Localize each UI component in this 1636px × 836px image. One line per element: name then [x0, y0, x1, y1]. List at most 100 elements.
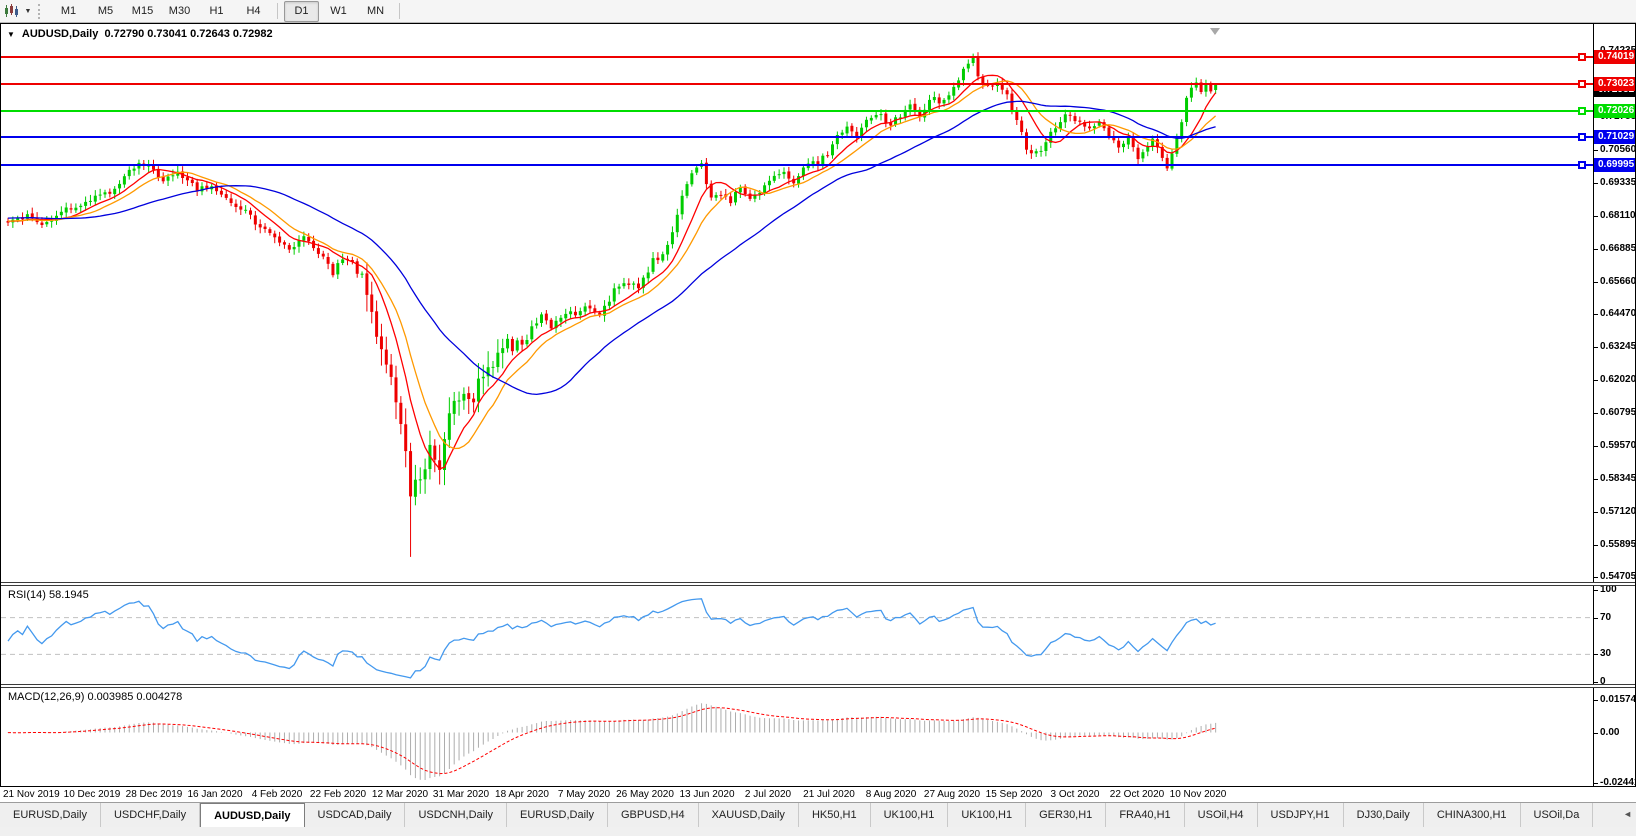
tabs-scroll-left-icon[interactable]: ◄: [1623, 809, 1632, 819]
macd-level-0.015741: 0.015741: [1600, 694, 1636, 705]
price-tick-0.70560: 0.70560: [1600, 144, 1636, 155]
chart-tabs: EURUSD,DailyUSDCHF,DailyAUDUSD,DailyUSDC…: [0, 803, 1593, 827]
date-label-31-Mar-2020: 31 Mar 2020: [433, 789, 489, 800]
date-label-3-Oct-2020: 3 Oct 2020: [1051, 789, 1100, 800]
rsi-tick-mark: [1593, 654, 1598, 655]
date-label-28-Dec-2019: 28 Dec 2019: [126, 789, 183, 800]
tab-usdjpy-h1[interactable]: USDJPY,H1: [1258, 803, 1344, 827]
terminal-window: ▼ M1M5M15M30H1H4 D1W1MN ▼ AUDUSD,Daily 0.…: [0, 0, 1636, 836]
price-tick-mark: [1593, 314, 1598, 315]
price-tick-mark: [1593, 413, 1598, 414]
timeframe-button-M1[interactable]: M1: [51, 1, 86, 22]
date-label-12-Mar-2020: 12 Mar 2020: [372, 789, 428, 800]
tab-usoil-da[interactable]: USOil,Da: [1521, 803, 1594, 827]
timeframe-button-M15[interactable]: M15: [125, 1, 160, 22]
price-tick-mark: [1593, 347, 1598, 348]
price-tick-mark: [1593, 545, 1598, 546]
price-tick-0.65660: 0.65660: [1600, 276, 1636, 287]
tab-ger30-h1[interactable]: GER30,H1: [1026, 803, 1106, 827]
hline-resistance-0.74019[interactable]: [1, 56, 1593, 58]
macd-label: MACD(12,26,9) 0.003985 0.004278: [8, 691, 182, 703]
rsi-canvas[interactable]: [1, 586, 1593, 684]
date-label-22-Oct-2020: 22 Oct 2020: [1110, 789, 1164, 800]
timeframe-button-M5[interactable]: M5: [88, 1, 123, 22]
chart-type-icon[interactable]: [0, 1, 22, 21]
price-level-label-0.71029: 0.71029: [1594, 130, 1635, 144]
hline-support-0.71029[interactable]: [1, 136, 1593, 138]
tab-audusd-daily[interactable]: AUDUSD,Daily: [200, 803, 304, 827]
timeframe-button-MN[interactable]: MN: [358, 1, 393, 22]
macd-level-0.00: 0.00: [1600, 727, 1619, 738]
toolbar-grip[interactable]: [38, 4, 43, 19]
price-tick-0.55895: 0.55895: [1600, 539, 1636, 550]
hline-marker: [1578, 53, 1586, 61]
price-tick-0.69335: 0.69335: [1600, 177, 1636, 188]
price-level-label-0.72026: 0.72026: [1594, 104, 1635, 118]
timeframe-button-D1[interactable]: D1: [284, 1, 319, 22]
tab-china300-h1[interactable]: CHINA300,H1: [1424, 803, 1521, 827]
price-tick-mark: [1593, 282, 1598, 283]
price-tick-0.54705: 0.54705: [1600, 571, 1636, 582]
toolbar: ▼ M1M5M15M30H1H4 D1W1MN: [0, 0, 1636, 23]
tab-hk50-h1[interactable]: HK50,H1: [799, 803, 871, 827]
date-label-10-Nov-2020: 10 Nov 2020: [1170, 789, 1227, 800]
date-label-2-Jul-2020: 2 Jul 2020: [745, 789, 791, 800]
tab-uk100-h1[interactable]: UK100,H1: [948, 803, 1026, 827]
tab-eurusd-daily[interactable]: EURUSD,Daily: [507, 803, 608, 827]
hline-support-0.69995[interactable]: [1, 164, 1593, 166]
price-tick-0.64470: 0.64470: [1600, 308, 1636, 319]
price-tick-mark: [1593, 512, 1598, 513]
rsi-tick-mark: [1593, 590, 1598, 591]
tab-uk100-h1[interactable]: UK100,H1: [871, 803, 949, 827]
date-label-13-Jun-2020: 13 Jun 2020: [679, 789, 734, 800]
price-tick-0.62020: 0.62020: [1600, 374, 1636, 385]
macd-tick-mark: [1593, 700, 1598, 701]
chart-type-dropdown-caret-icon[interactable]: ▼: [22, 8, 34, 15]
timeframe-button-M30[interactable]: M30: [162, 1, 197, 22]
macd-canvas[interactable]: [1, 688, 1593, 786]
tab-usoil-h4[interactable]: USOil,H4: [1185, 803, 1258, 827]
price-tick-mark: [1593, 577, 1598, 578]
price-level-label-0.69995: 0.69995: [1594, 158, 1635, 172]
rsi-level-30: 30: [1600, 648, 1611, 659]
toolbar-separator: [277, 3, 278, 19]
tab-fra40-h1[interactable]: FRA40,H1: [1106, 803, 1184, 827]
tab-usdchf-daily[interactable]: USDCHF,Daily: [101, 803, 200, 827]
macd-level--0.024412: -0.024412: [1600, 777, 1636, 788]
date-label-22-Feb-2020: 22 Feb 2020: [310, 789, 366, 800]
chart-collapse-caret-icon[interactable]: ▼: [7, 30, 15, 39]
date-label-10-Dec-2019: 10 Dec 2019: [64, 789, 121, 800]
date-label-15-Sep-2020: 15 Sep 2020: [986, 789, 1043, 800]
toolbar-separator: [399, 3, 400, 19]
pane-splitter-macd[interactable]: [1, 684, 1635, 688]
pane-splitter-rsi[interactable]: [1, 582, 1635, 586]
hline-resistance-0.73023[interactable]: [1, 83, 1593, 85]
price-tick-0.66885: 0.66885: [1600, 243, 1636, 254]
price-tick-0.60795: 0.60795: [1600, 407, 1636, 418]
tab-dj30-daily[interactable]: DJ30,Daily: [1344, 803, 1424, 827]
tab-gbpusd-h4[interactable]: GBPUSD,H4: [608, 803, 699, 827]
price-tick-mark: [1593, 479, 1598, 480]
main-chart-canvas[interactable]: [1, 24, 1593, 582]
macd-tick-mark: [1593, 733, 1598, 734]
chart-shift-marker-icon[interactable]: [1210, 28, 1220, 35]
tab-usdcad-daily[interactable]: USDCAD,Daily: [305, 803, 406, 827]
tab-eurusd-daily[interactable]: EURUSD,Daily: [0, 803, 101, 827]
chart-header: ▼ AUDUSD,Daily 0.72790 0.73041 0.72643 0…: [7, 28, 273, 40]
hline-marker: [1578, 161, 1586, 169]
date-label-18-Apr-2020: 18 Apr 2020: [495, 789, 549, 800]
tab-xauusd-daily[interactable]: XAUUSD,Daily: [699, 803, 799, 827]
rsi-label: RSI(14) 58.1945: [8, 589, 89, 601]
price-tick-mark: [1593, 183, 1598, 184]
timeframe-button-H4[interactable]: H4: [236, 1, 271, 22]
price-tick-0.57120: 0.57120: [1600, 506, 1636, 517]
timeframe-button-W1[interactable]: W1: [321, 1, 356, 22]
timeframe-button-H1[interactable]: H1: [199, 1, 234, 22]
price-tick-mark: [1593, 380, 1598, 381]
date-label-4-Feb-2020: 4 Feb 2020: [252, 789, 303, 800]
rsi-tick-mark: [1593, 682, 1598, 683]
chart-tab-bar: EURUSD,DailyUSDCHF,DailyAUDUSD,DailyUSDC…: [0, 802, 1636, 827]
tab-usdcnh-daily[interactable]: USDCNH,Daily: [405, 803, 507, 827]
hline-marker: [1578, 133, 1586, 141]
hline-pivot-0.72026[interactable]: [1, 110, 1593, 112]
